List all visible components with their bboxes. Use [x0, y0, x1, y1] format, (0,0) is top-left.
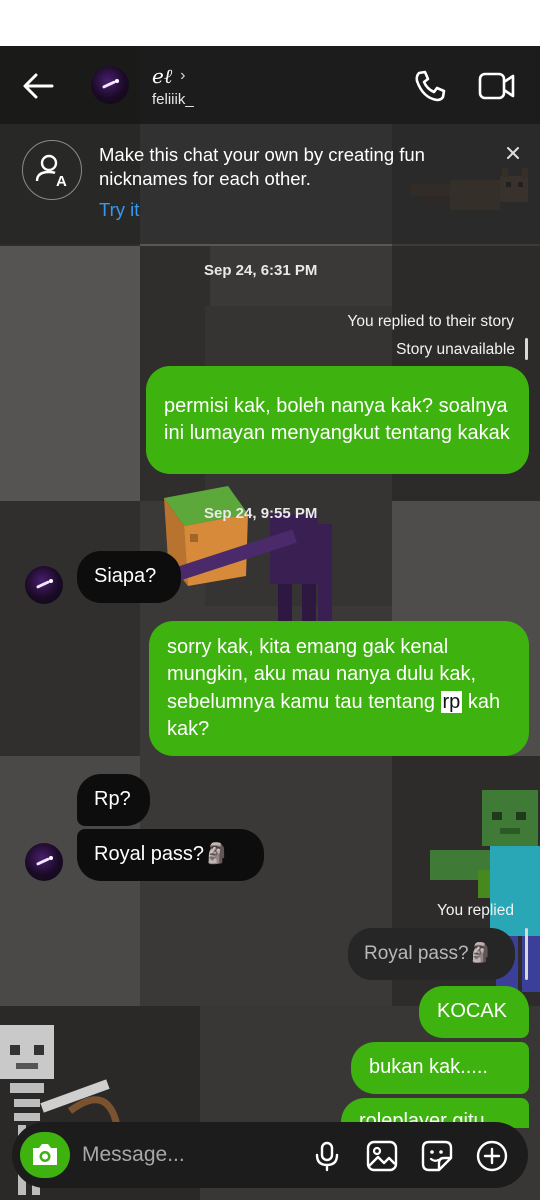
voice-call-button[interactable]: [410, 66, 450, 106]
sent-message[interactable]: permisi kak, boleh nanya kak? soalnya in…: [146, 366, 529, 474]
camera-button[interactable]: [20, 1132, 70, 1178]
contact-username: feliiik_: [152, 91, 194, 108]
microphone-icon: [315, 1141, 339, 1172]
timestamp: Sep 24, 6:31 PM: [204, 262, 318, 279]
sticker-icon: [421, 1140, 453, 1172]
sender-avatar[interactable]: [25, 843, 63, 881]
gallery-icon: [366, 1140, 398, 1172]
status-bar: [0, 0, 540, 46]
banner-close-button[interactable]: [502, 142, 524, 164]
received-message[interactable]: Royal pass?🗿: [77, 829, 264, 881]
sticker-button[interactable]: [420, 1139, 454, 1173]
story-reply-note: You replied to their story: [347, 313, 514, 330]
contact-name-button[interactable]: eℓ ›: [152, 64, 186, 89]
try-it-link[interactable]: Try it: [99, 199, 139, 221]
chevron-right-icon: ›: [180, 67, 186, 84]
voice-message-button[interactable]: [310, 1139, 344, 1173]
timestamp: Sep 24, 9:55 PM: [204, 505, 318, 522]
sent-message[interactable]: bukan kak.....: [351, 1042, 529, 1094]
gallery-button[interactable]: [365, 1139, 399, 1173]
received-message[interactable]: Siapa?: [77, 551, 181, 603]
svg-text:A: A: [56, 173, 67, 190]
add-attachment-button[interactable]: [475, 1139, 509, 1173]
contact-avatar[interactable]: [91, 66, 129, 104]
reply-note: You replied: [437, 902, 514, 919]
chat-header: [0, 46, 540, 124]
camera-icon: [33, 1144, 57, 1165]
nickname-icon: A: [22, 140, 82, 200]
back-button[interactable]: [18, 66, 58, 106]
phone-icon: [415, 70, 446, 102]
message-input[interactable]: [82, 1138, 302, 1172]
highlighted-word: rp: [440, 690, 463, 713]
nickname-banner-text: Make this chat your own by creating fun …: [99, 144, 425, 189]
video-call-button[interactable]: [476, 66, 518, 106]
sent-message[interactable]: KOCAK: [419, 986, 529, 1038]
quoted-message[interactable]: Royal pass?🗿: [348, 928, 515, 980]
back-arrow-icon: [23, 73, 54, 99]
quote-bar: [525, 338, 528, 360]
display-name: eℓ: [152, 64, 173, 88]
video-camera-icon: [478, 72, 515, 100]
story-unavailable-label: Story unavailable: [396, 341, 515, 358]
received-message[interactable]: Rp?: [77, 774, 150, 826]
add-icon: [476, 1140, 508, 1172]
quote-bar: [525, 928, 528, 980]
close-icon: [507, 147, 519, 159]
sent-message[interactable]: sorry kak, kita emang gak kenal mungkin,…: [149, 621, 529, 756]
sender-avatar[interactable]: [25, 566, 63, 604]
